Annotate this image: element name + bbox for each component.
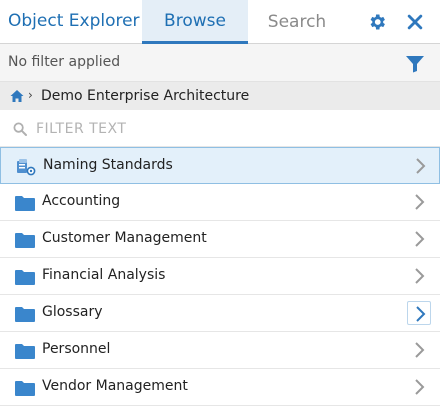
funnel-icon[interactable] bbox=[405, 55, 425, 73]
gear-icon[interactable] bbox=[367, 12, 387, 32]
breadcrumb: › Demo Enterprise Architecture bbox=[0, 82, 440, 110]
folder-icon bbox=[15, 233, 35, 248]
search-icon bbox=[13, 122, 27, 136]
list-item-label: Glossary bbox=[42, 304, 103, 320]
home-icon[interactable] bbox=[10, 89, 24, 103]
list-item-label: Naming Standards bbox=[43, 157, 173, 173]
chevron-right-icon[interactable] bbox=[407, 190, 431, 214]
object-list: Naming Standards Accounting Customer Manag… bbox=[0, 147, 440, 406]
filter-text-input[interactable] bbox=[36, 117, 426, 141]
chevron-right-icon[interactable] bbox=[407, 264, 431, 288]
list-item[interactable]: Personnel bbox=[0, 332, 440, 369]
list-item[interactable]: Accounting bbox=[0, 184, 440, 221]
folder-icon bbox=[15, 196, 35, 211]
folder-icon bbox=[15, 307, 35, 322]
naming-standards-icon bbox=[17, 159, 36, 176]
list-item[interactable]: Financial Analysis bbox=[0, 258, 440, 295]
chevron-right-icon[interactable] bbox=[407, 301, 431, 325]
close-icon[interactable] bbox=[405, 12, 425, 32]
filter-text-row bbox=[0, 110, 440, 147]
chevron-right-icon[interactable] bbox=[407, 227, 431, 251]
tab-browse[interactable]: Browse bbox=[142, 0, 248, 44]
list-item[interactable]: Naming Standards bbox=[0, 147, 440, 184]
explorer-header: Object Explorer Browse Search bbox=[0, 0, 440, 44]
list-item[interactable]: Customer Management bbox=[0, 221, 440, 258]
folder-icon bbox=[15, 270, 35, 285]
breadcrumb-separator-icon: › bbox=[28, 88, 33, 102]
chevron-right-icon[interactable] bbox=[407, 338, 431, 362]
list-item-label: Vendor Management bbox=[42, 378, 188, 394]
breadcrumb-item[interactable]: Demo Enterprise Architecture bbox=[41, 88, 249, 104]
folder-icon bbox=[15, 344, 35, 359]
filter-status-bar: No filter applied bbox=[0, 44, 440, 82]
chevron-right-icon[interactable] bbox=[407, 375, 431, 399]
app-title: Object Explorer bbox=[8, 11, 140, 31]
list-item[interactable]: Vendor Management bbox=[0, 369, 440, 406]
chevron-right-icon[interactable] bbox=[408, 154, 432, 178]
list-item-label: Accounting bbox=[42, 193, 121, 209]
list-item[interactable]: Glossary bbox=[0, 295, 440, 332]
filter-status-text: No filter applied bbox=[8, 54, 121, 70]
tab-search[interactable]: Search bbox=[248, 0, 346, 44]
list-item-label: Financial Analysis bbox=[42, 267, 166, 283]
folder-icon bbox=[15, 381, 35, 396]
list-item-label: Personnel bbox=[42, 341, 111, 357]
list-item-label: Customer Management bbox=[42, 230, 207, 246]
